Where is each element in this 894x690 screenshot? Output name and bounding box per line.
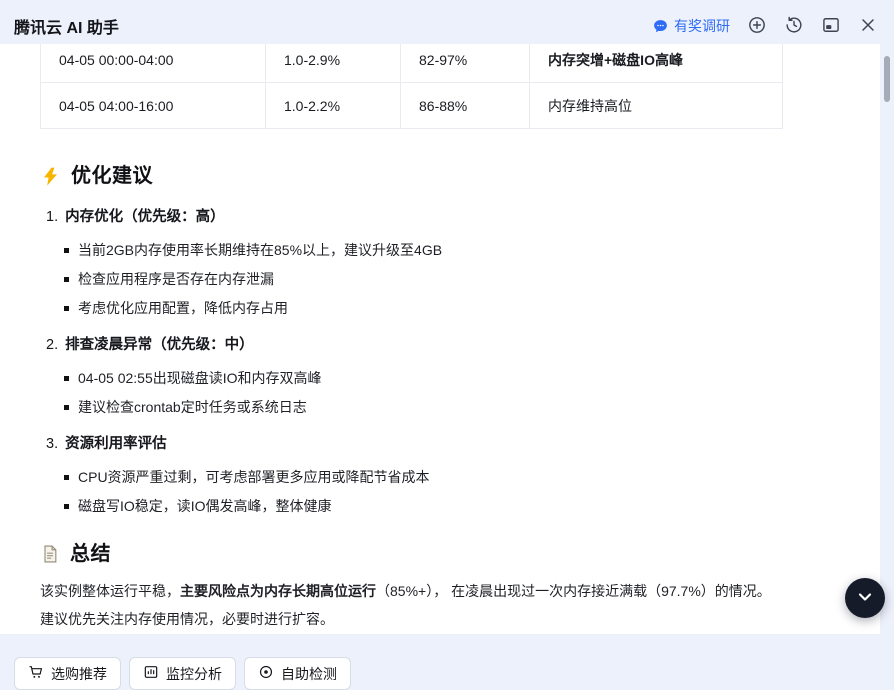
close-icon (858, 15, 878, 38)
quick-action-monitor[interactable]: 监控分析 (129, 657, 236, 690)
quick-action-purchase[interactable]: 选购推荐 (14, 657, 121, 690)
scroll-to-bottom-button[interactable] (845, 578, 885, 618)
close-button[interactable] (858, 16, 878, 36)
monitor-icon (143, 664, 159, 683)
item-number: 2. (46, 337, 59, 353)
history-button[interactable] (784, 16, 804, 36)
history-icon (784, 15, 804, 38)
bullet-item: 考虑优化应用配置，降低内存占用 (64, 298, 840, 327)
cart-icon (28, 664, 44, 683)
metrics-table: 04-05 00:00-04:00 1.0-2.9% 82-97% 内存突增+磁… (40, 44, 783, 129)
numbered-item: 1. 内存优化（优先级：高） 当前2GB内存使用率长期维持在85%以上，建议升级至… (40, 207, 840, 327)
numbered-item: 3. 资源利用率评估 CPU资源严重过剩，可考虑部署更多应用或降配节省成本 磁盘写… (40, 426, 840, 525)
item-number: 1. (46, 209, 59, 225)
lightning-icon (40, 166, 61, 187)
section-summary-heading: 总结 (40, 525, 840, 567)
bullet-list: 04-05 02:55出现磁盘读IO和内存双高峰 建议检查crontab定时任务… (40, 368, 840, 426)
section-title: 总结 (70, 543, 111, 565)
new-chat-button[interactable] (747, 16, 767, 36)
bullet-item: CPU资源严重过剩，可考虑部署更多应用或降配节省成本 (64, 467, 840, 496)
item-title: 资源利用率评估 (65, 436, 167, 452)
note-cell: 内存突增+磁盘IO高峰 (529, 44, 783, 83)
memory-cell: 82-97% (400, 44, 530, 83)
item-heading: 2. 排查凌晨异常（优先级：中） (40, 327, 840, 368)
time-cell: 04-05 00:00-04:00 (40, 44, 266, 83)
document-icon (40, 544, 60, 564)
quick-action-label: 自助检测 (281, 665, 337, 682)
item-title: 排查凌晨异常（优先级：中） (65, 337, 254, 353)
optimization-list: 1. 内存优化（优先级：高） 当前2GB内存使用率长期维持在85%以上，建议升级至… (40, 189, 840, 525)
bullet-item: 磁盘写IO稳定，读IO偶发高峰，整体健康 (64, 496, 840, 525)
cpu-cell: 1.0-2.2% (265, 82, 401, 129)
detect-icon (258, 664, 274, 683)
bullet-item: 04-05 02:55出现磁盘读IO和内存双高峰 (64, 368, 840, 397)
note-cell: 内存维持高位 (529, 82, 783, 129)
chat-bubble-icon (652, 18, 669, 35)
bullet-item: 建议检查crontab定时任务或系统日志 (64, 397, 840, 426)
page-title: 腾讯云 AI 助手 (14, 20, 119, 37)
chat-content: 04-05 00:00-04:00 1.0-2.9% 82-97% 内存突增+磁… (0, 44, 880, 634)
quick-action-label: 监控分析 (166, 665, 222, 682)
summary-paragraph: 该实例整体运行平稳，主要风险点为内存长期高位运行（85%+）， 在凌晨出现过一次… (40, 567, 784, 633)
plus-circle-icon (747, 15, 767, 38)
quick-action-label: 选购推荐 (51, 665, 107, 682)
section-title: 优化建议 (71, 165, 153, 187)
header-actions: 有奖调研 (652, 16, 878, 36)
cpu-cell: 1.0-2.9% (265, 44, 401, 83)
panel-button[interactable] (821, 16, 841, 36)
analysis-report: 04-05 00:00-04:00 1.0-2.9% 82-97% 内存突增+磁… (0, 44, 880, 633)
item-heading: 3. 资源利用率评估 (40, 426, 840, 467)
bullet-item: 当前2GB内存使用率长期维持在85%以上，建议升级至4GB (64, 240, 840, 269)
quick-action-detect[interactable]: 自助检测 (244, 657, 351, 690)
summary-segment: 主要风险点为内存长期高位运行 (180, 583, 376, 599)
survey-label: 有奖调研 (674, 18, 730, 34)
numbered-item: 2. 排查凌晨异常（优先级：中） 04-05 02:55出现磁盘读IO和内存双高峰… (40, 327, 840, 426)
bullet-list: 当前2GB内存使用率长期维持在85%以上，建议升级至4GB 检查应用程序是否存在… (40, 240, 840, 327)
bullet-item: 检查应用程序是否存在内存泄漏 (64, 269, 840, 298)
window-panel-icon (821, 15, 841, 38)
summary-segment: 该实例整体运行平稳， (40, 583, 180, 599)
footer-actions: 选购推荐 监控分析 自助检测 (0, 634, 894, 690)
time-cell: 04-05 04:00-16:00 (40, 82, 266, 129)
item-title: 内存优化（优先级：高） (65, 209, 225, 225)
assistant-header: 腾讯云 AI 助手 有奖调研 (0, 0, 894, 44)
survey-link[interactable]: 有奖调研 (652, 16, 730, 36)
table-row: 04-05 00:00-04:00 1.0-2.9% 82-97% 内存突增+磁… (40, 44, 783, 83)
memory-cell: 86-88% (400, 82, 530, 129)
item-heading: 1. 内存优化（优先级：高） (40, 207, 840, 240)
section-optimization-heading: 优化建议 (40, 129, 840, 189)
table-row: 04-05 04:00-16:00 1.0-2.2% 86-88% 内存维持高位 (40, 82, 783, 129)
bullet-list: CPU资源严重过剩，可考虑部署更多应用或降配节省成本 磁盘写IO稳定，读IO偶发… (40, 467, 840, 525)
scrollbar-thumb[interactable] (884, 56, 890, 102)
chevron-down-icon (855, 587, 875, 610)
item-number: 3. (46, 436, 59, 452)
